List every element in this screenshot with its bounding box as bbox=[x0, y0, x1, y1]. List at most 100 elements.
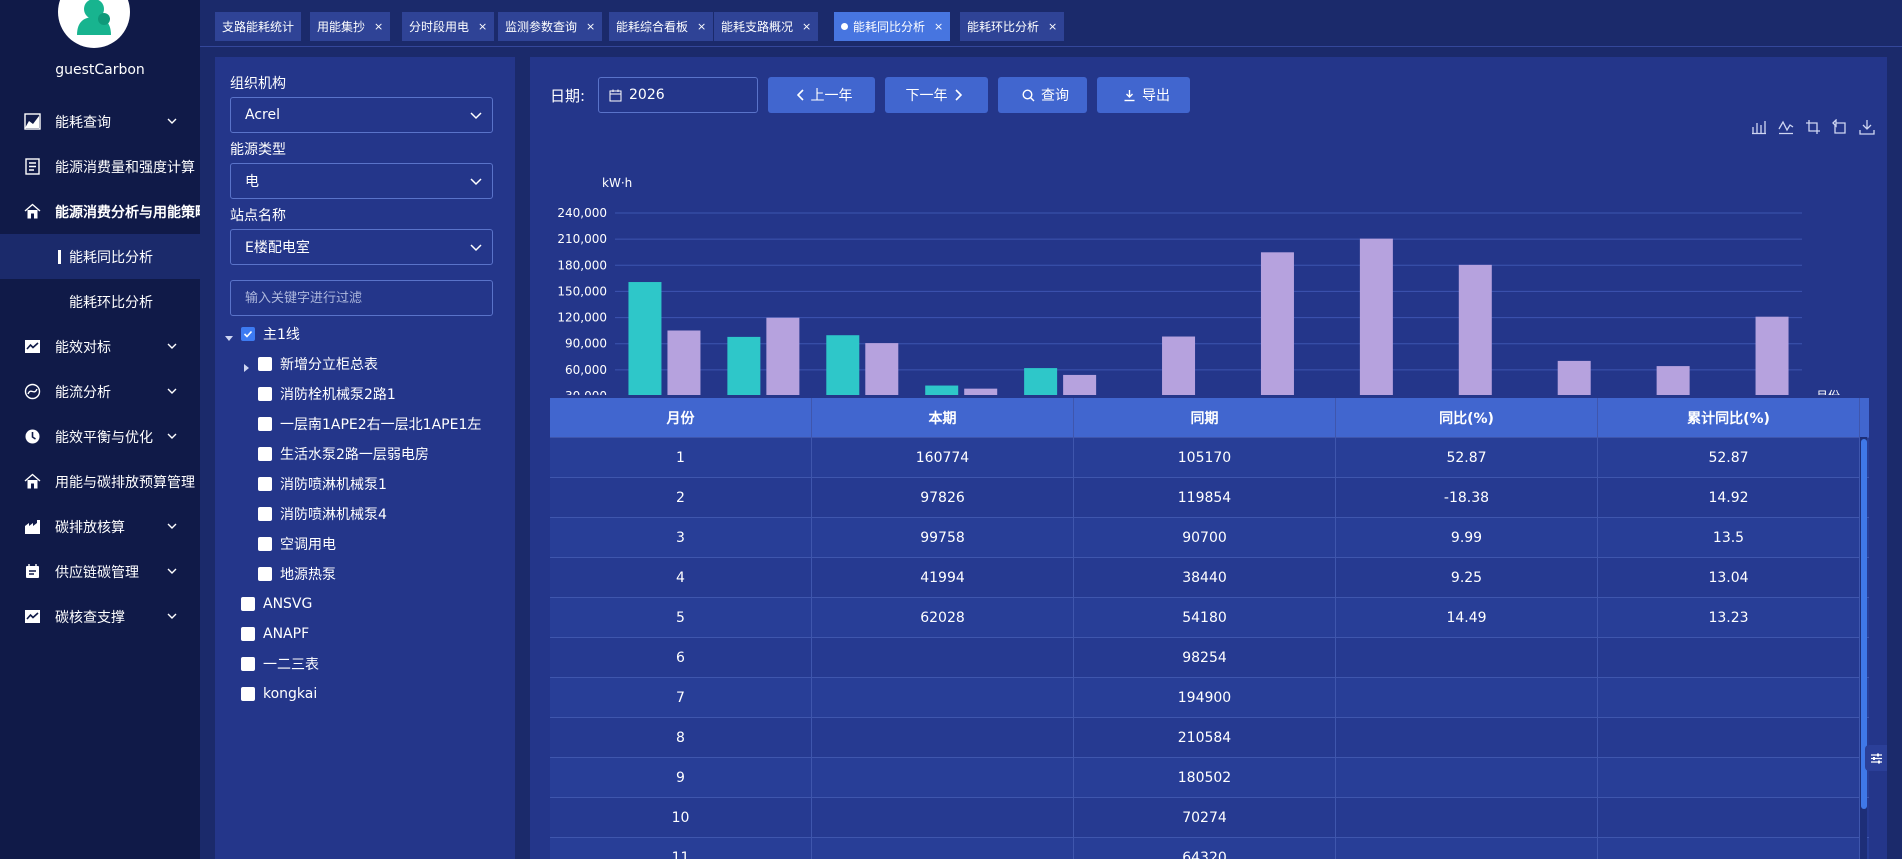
energy-type-select[interactable]: 电 bbox=[230, 163, 493, 199]
tab-8[interactable]: 能耗环比分析 × bbox=[960, 12, 1065, 41]
tree-node[interactable]: ANSVG bbox=[215, 589, 515, 619]
close-icon[interactable]: × bbox=[934, 20, 943, 33]
close-icon[interactable]: × bbox=[697, 20, 706, 33]
tree-checkbox[interactable] bbox=[258, 477, 272, 491]
org-select[interactable]: Acrel bbox=[230, 97, 493, 133]
sidebar-item-10[interactable]: 碳排放核算 bbox=[0, 504, 200, 549]
sidebar-item-3[interactable]: 能源消费分析与用能策略 bbox=[0, 189, 200, 234]
tree-node[interactable]: ANAPF bbox=[215, 619, 515, 649]
settings-button[interactable] bbox=[1865, 745, 1887, 771]
tree-node[interactable]: 主1线 bbox=[215, 319, 515, 349]
tree-node[interactable]: 空调用电 bbox=[215, 529, 515, 559]
tree-node[interactable]: 消防喷淋机械泵1 bbox=[215, 469, 515, 499]
chevron-down-icon bbox=[167, 343, 177, 349]
tree-checkbox[interactable] bbox=[258, 447, 272, 461]
chevron-right-icon bbox=[954, 89, 962, 101]
table-cell: 9 bbox=[550, 758, 812, 797]
document-icon bbox=[24, 158, 41, 175]
close-icon[interactable]: × bbox=[586, 20, 595, 33]
tree-checkbox[interactable] bbox=[241, 597, 255, 611]
sidebar-item-7[interactable]: 能流分析 bbox=[0, 369, 200, 414]
table-header-cell: 累计同比(%) bbox=[1598, 398, 1860, 437]
sidebar-item-12[interactable]: 碳核查支撑 bbox=[0, 594, 200, 639]
sidebar-item-4[interactable]: 能耗同比分析 bbox=[0, 234, 200, 279]
sidebar-item-9[interactable]: 用能与碳排放预算管理 bbox=[0, 459, 200, 504]
table-cell bbox=[1598, 678, 1860, 717]
tree-checkbox[interactable] bbox=[258, 507, 272, 521]
active-dot bbox=[841, 23, 848, 30]
query-button[interactable]: 查询 bbox=[998, 77, 1087, 113]
tab-5[interactable]: 能耗综合看板 × bbox=[609, 12, 714, 41]
tree-node[interactable]: 一层南1APE2右一层北1APE1左 bbox=[215, 409, 515, 439]
table-cell: 52.87 bbox=[1598, 438, 1860, 477]
bar-本期-1 bbox=[628, 282, 662, 395]
bar-同期-12 bbox=[1755, 316, 1789, 395]
sidebar-item-2[interactable]: 能源消费量和强度计算 bbox=[0, 144, 200, 189]
tab-3[interactable]: 分时段用电 × bbox=[402, 12, 495, 41]
chevron-down-icon bbox=[167, 523, 177, 529]
year-picker[interactable]: 2026 bbox=[598, 77, 758, 113]
table-row: 10 70274 bbox=[550, 798, 1869, 838]
tree-node-label: 新增分立柜总表 bbox=[280, 357, 378, 373]
sidebar-item-11[interactable]: 供应链碳管理 bbox=[0, 549, 200, 594]
tree-node[interactable]: 生活水泵2路一层弱电房 bbox=[215, 439, 515, 469]
table-row: 7 194900 bbox=[550, 678, 1869, 718]
tab-4[interactable]: 监测参数查询 × bbox=[498, 12, 603, 41]
y-axis-label: kW·h bbox=[602, 176, 632, 190]
sidebar-item-1[interactable]: 能耗查询 bbox=[0, 99, 200, 144]
tree-node[interactable]: 新增分立柜总表 bbox=[215, 349, 515, 379]
tree-node[interactable]: 一二三表 bbox=[215, 649, 515, 679]
table-row: 11 64320 bbox=[550, 838, 1869, 859]
tree-node[interactable]: 地源热泵 bbox=[215, 559, 515, 589]
station-select[interactable]: E楼配电室 bbox=[230, 229, 493, 265]
table-cell: 180502 bbox=[1074, 758, 1336, 797]
export-button[interactable]: 导出 bbox=[1097, 77, 1190, 113]
table-cell: 3 bbox=[550, 518, 812, 557]
tree-node-label: kongkai bbox=[263, 686, 318, 702]
table-cell: 160774 bbox=[812, 438, 1074, 477]
tree-node-label: ANSVG bbox=[263, 596, 313, 612]
tab-2[interactable]: 用能集抄 × bbox=[310, 12, 391, 41]
caret-down-icon[interactable] bbox=[225, 330, 233, 341]
sidebar-item-8[interactable]: 能效平衡与优化 bbox=[0, 414, 200, 459]
tree-checkbox[interactable] bbox=[258, 357, 272, 371]
sidebar-item-label: 能效对标 bbox=[55, 339, 111, 356]
tab-6[interactable]: 能耗支路概况 × bbox=[714, 12, 819, 41]
next-year-button[interactable]: 下一年 bbox=[885, 77, 988, 113]
sidebar-item-label: 能耗查询 bbox=[55, 114, 111, 131]
sidebar-item-5[interactable]: 能耗环比分析 bbox=[0, 279, 200, 324]
tree-filter-input[interactable] bbox=[230, 280, 493, 316]
tree-checkbox[interactable] bbox=[241, 657, 255, 671]
table-cell bbox=[1336, 758, 1598, 797]
data-table: 月份 本期 同期 同比(%) 累计同比(%) 1 160774 105170 52.87 52.… bbox=[550, 398, 1869, 859]
caret-right-icon[interactable] bbox=[242, 360, 250, 372]
table-header-cell: 同期 bbox=[1074, 398, 1336, 437]
tree-checkbox[interactable] bbox=[258, 387, 272, 401]
tree-node[interactable]: kongkai bbox=[215, 679, 515, 709]
y-tick-label: 150,000 bbox=[557, 284, 607, 298]
close-icon[interactable]: × bbox=[478, 20, 487, 33]
close-icon[interactable]: × bbox=[802, 20, 811, 33]
home-icon bbox=[24, 203, 41, 220]
tree-node-label: 生活水泵2路一层弱电房 bbox=[280, 447, 429, 463]
tree-checkbox[interactable] bbox=[241, 327, 255, 341]
prev-year-button[interactable]: 上一年 bbox=[768, 77, 875, 113]
table-cell: 9.25 bbox=[1336, 558, 1598, 597]
check-icon bbox=[243, 330, 253, 338]
tree-node[interactable]: 消防栓机械泵2路1 bbox=[215, 379, 515, 409]
tab-7[interactable]: 能耗同比分析 × bbox=[834, 12, 951, 41]
tree-checkbox[interactable] bbox=[241, 687, 255, 701]
sidebar-item-6[interactable]: 能效对标 bbox=[0, 324, 200, 369]
tree-checkbox[interactable] bbox=[258, 567, 272, 581]
tab-label: 能耗综合看板 bbox=[616, 20, 689, 34]
tree-node[interactable]: 消防喷淋机械泵4 bbox=[215, 499, 515, 529]
tree-checkbox[interactable] bbox=[241, 627, 255, 641]
tree-checkbox[interactable] bbox=[258, 537, 272, 551]
tab-1[interactable]: 支路能耗统计 bbox=[215, 12, 302, 41]
close-icon[interactable]: × bbox=[374, 20, 383, 33]
tab-label: 分时段用电 bbox=[409, 20, 470, 34]
tree-node-label: 消防喷淋机械泵4 bbox=[280, 507, 387, 523]
close-icon[interactable]: × bbox=[1048, 20, 1057, 33]
tree-checkbox[interactable] bbox=[258, 417, 272, 431]
